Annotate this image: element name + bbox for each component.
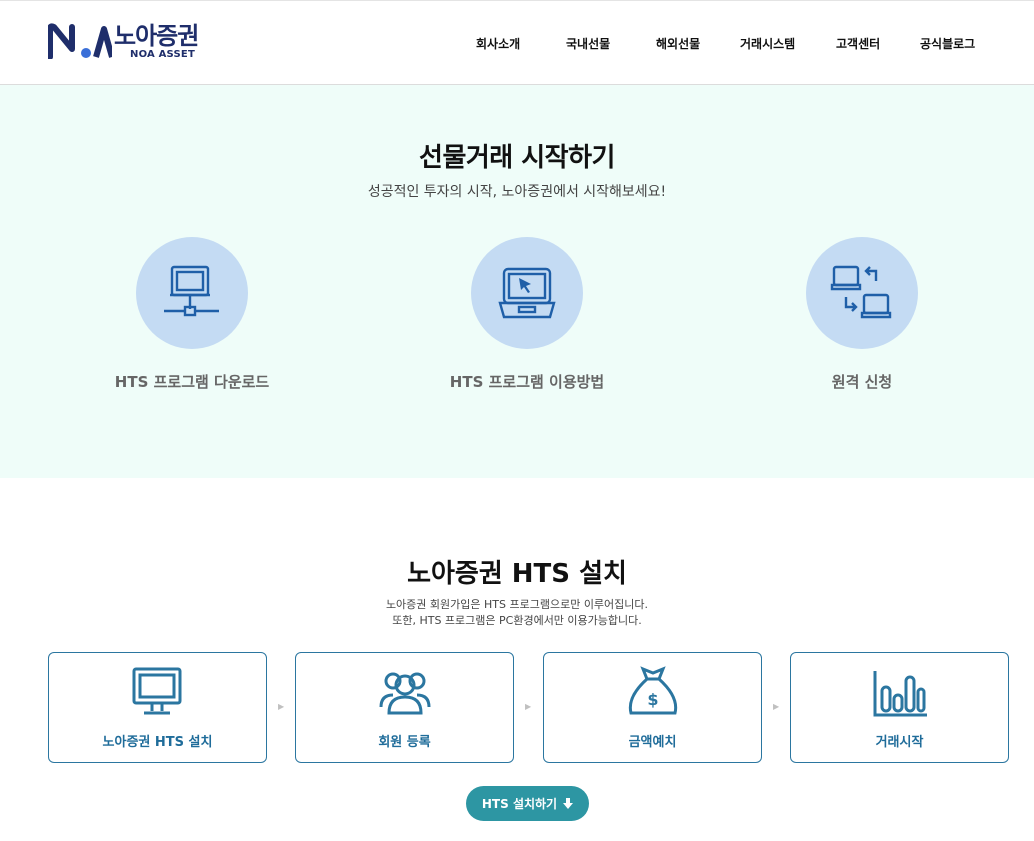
svg-text:$: $ (647, 690, 658, 709)
hero-title: 선물거래 시작하기 (419, 143, 615, 173)
step-label: 노아증권 HTS 설치 (102, 735, 213, 750)
remote-computers-icon (830, 265, 892, 319)
hero-subtitle: 성공적인 투자의 시작, 노아증권에서 시작해보세요! (367, 184, 667, 200)
monitor-icon (132, 667, 181, 715)
money-bag-icon: $ (628, 666, 677, 715)
service-label: 원격 신청 (831, 373, 893, 391)
step-start-trading[interactable]: 거래시작 (790, 652, 1009, 763)
nav-item-overseas-futures[interactable]: 해외선물 (656, 35, 700, 52)
service-remote-request[interactable]: 원격 신청 (752, 237, 972, 392)
step-arrow-icon: ▶ (773, 702, 780, 711)
nav-item-official-blog[interactable]: 공식블로그 (920, 35, 975, 52)
hts-install-button[interactable]: HTS 설치하기 (466, 786, 589, 821)
step-hts-install[interactable]: 노아증권 HTS 설치 (48, 652, 267, 763)
download-arrow-icon (563, 798, 574, 809)
bar-chart-icon (873, 671, 927, 717)
service-icon-circle (806, 237, 918, 349)
step-member-register[interactable]: 회원 등록 (295, 652, 514, 763)
nav-item-customer-center[interactable]: 고객센터 (836, 35, 880, 52)
install-description: 노아증권 회원가입은 HTS 프로그램으로만 이루어집니다. 또한, HTS 프… (0, 597, 1034, 629)
install-title: 노아증권 HTS 설치 (407, 559, 627, 589)
service-label: HTS 프로그램 이용방법 (449, 373, 605, 391)
step-label: 금액예치 (628, 735, 677, 750)
service-hts-download[interactable]: HTS 프로그램 다운로드 (82, 237, 302, 392)
service-icon-circle (136, 237, 248, 349)
step-deposit[interactable]: $ 금액예치 (543, 652, 762, 763)
step-label: 회원 등록 (378, 735, 431, 750)
step-arrow-icon: ▶ (525, 702, 532, 711)
service-icon-circle (471, 237, 583, 349)
laptop-cursor-icon (498, 267, 556, 319)
service-label: HTS 프로그램 다운로드 (114, 373, 270, 391)
hero-section: 선물거래 시작하기 성공적인 투자의 시작, 노아증권에서 시작해보세요! HT… (0, 85, 1034, 478)
users-icon (379, 672, 430, 715)
step-label: 거래시작 (875, 735, 924, 750)
install-desc-line2: 또한, HTS 프로그램은 PC환경에서만 이용가능합니다. (392, 614, 642, 627)
nav-item-trading-system[interactable]: 거래시스템 (740, 35, 795, 52)
hts-install-button-label: HTS 설치하기 (481, 797, 558, 811)
main-nav: 회사소개 국내선물 해외선물 거래시스템 고객센터 공식블로그 (0, 35, 1034, 53)
site-header: 노아증권 NOA ASSET 회사소개 국내선물 해외선물 거래시스템 고객센터… (0, 0, 1034, 85)
service-hts-usage[interactable]: HTS 프로그램 이용방법 (417, 237, 637, 392)
step-arrow-icon: ▶ (278, 702, 285, 711)
install-desc-line1: 노아증권 회원가입은 HTS 프로그램으로만 이루어집니다. (385, 598, 649, 611)
network-computer-icon (164, 265, 219, 317)
nav-item-domestic-futures[interactable]: 국내선물 (566, 35, 610, 52)
nav-item-company[interactable]: 회사소개 (476, 35, 520, 52)
